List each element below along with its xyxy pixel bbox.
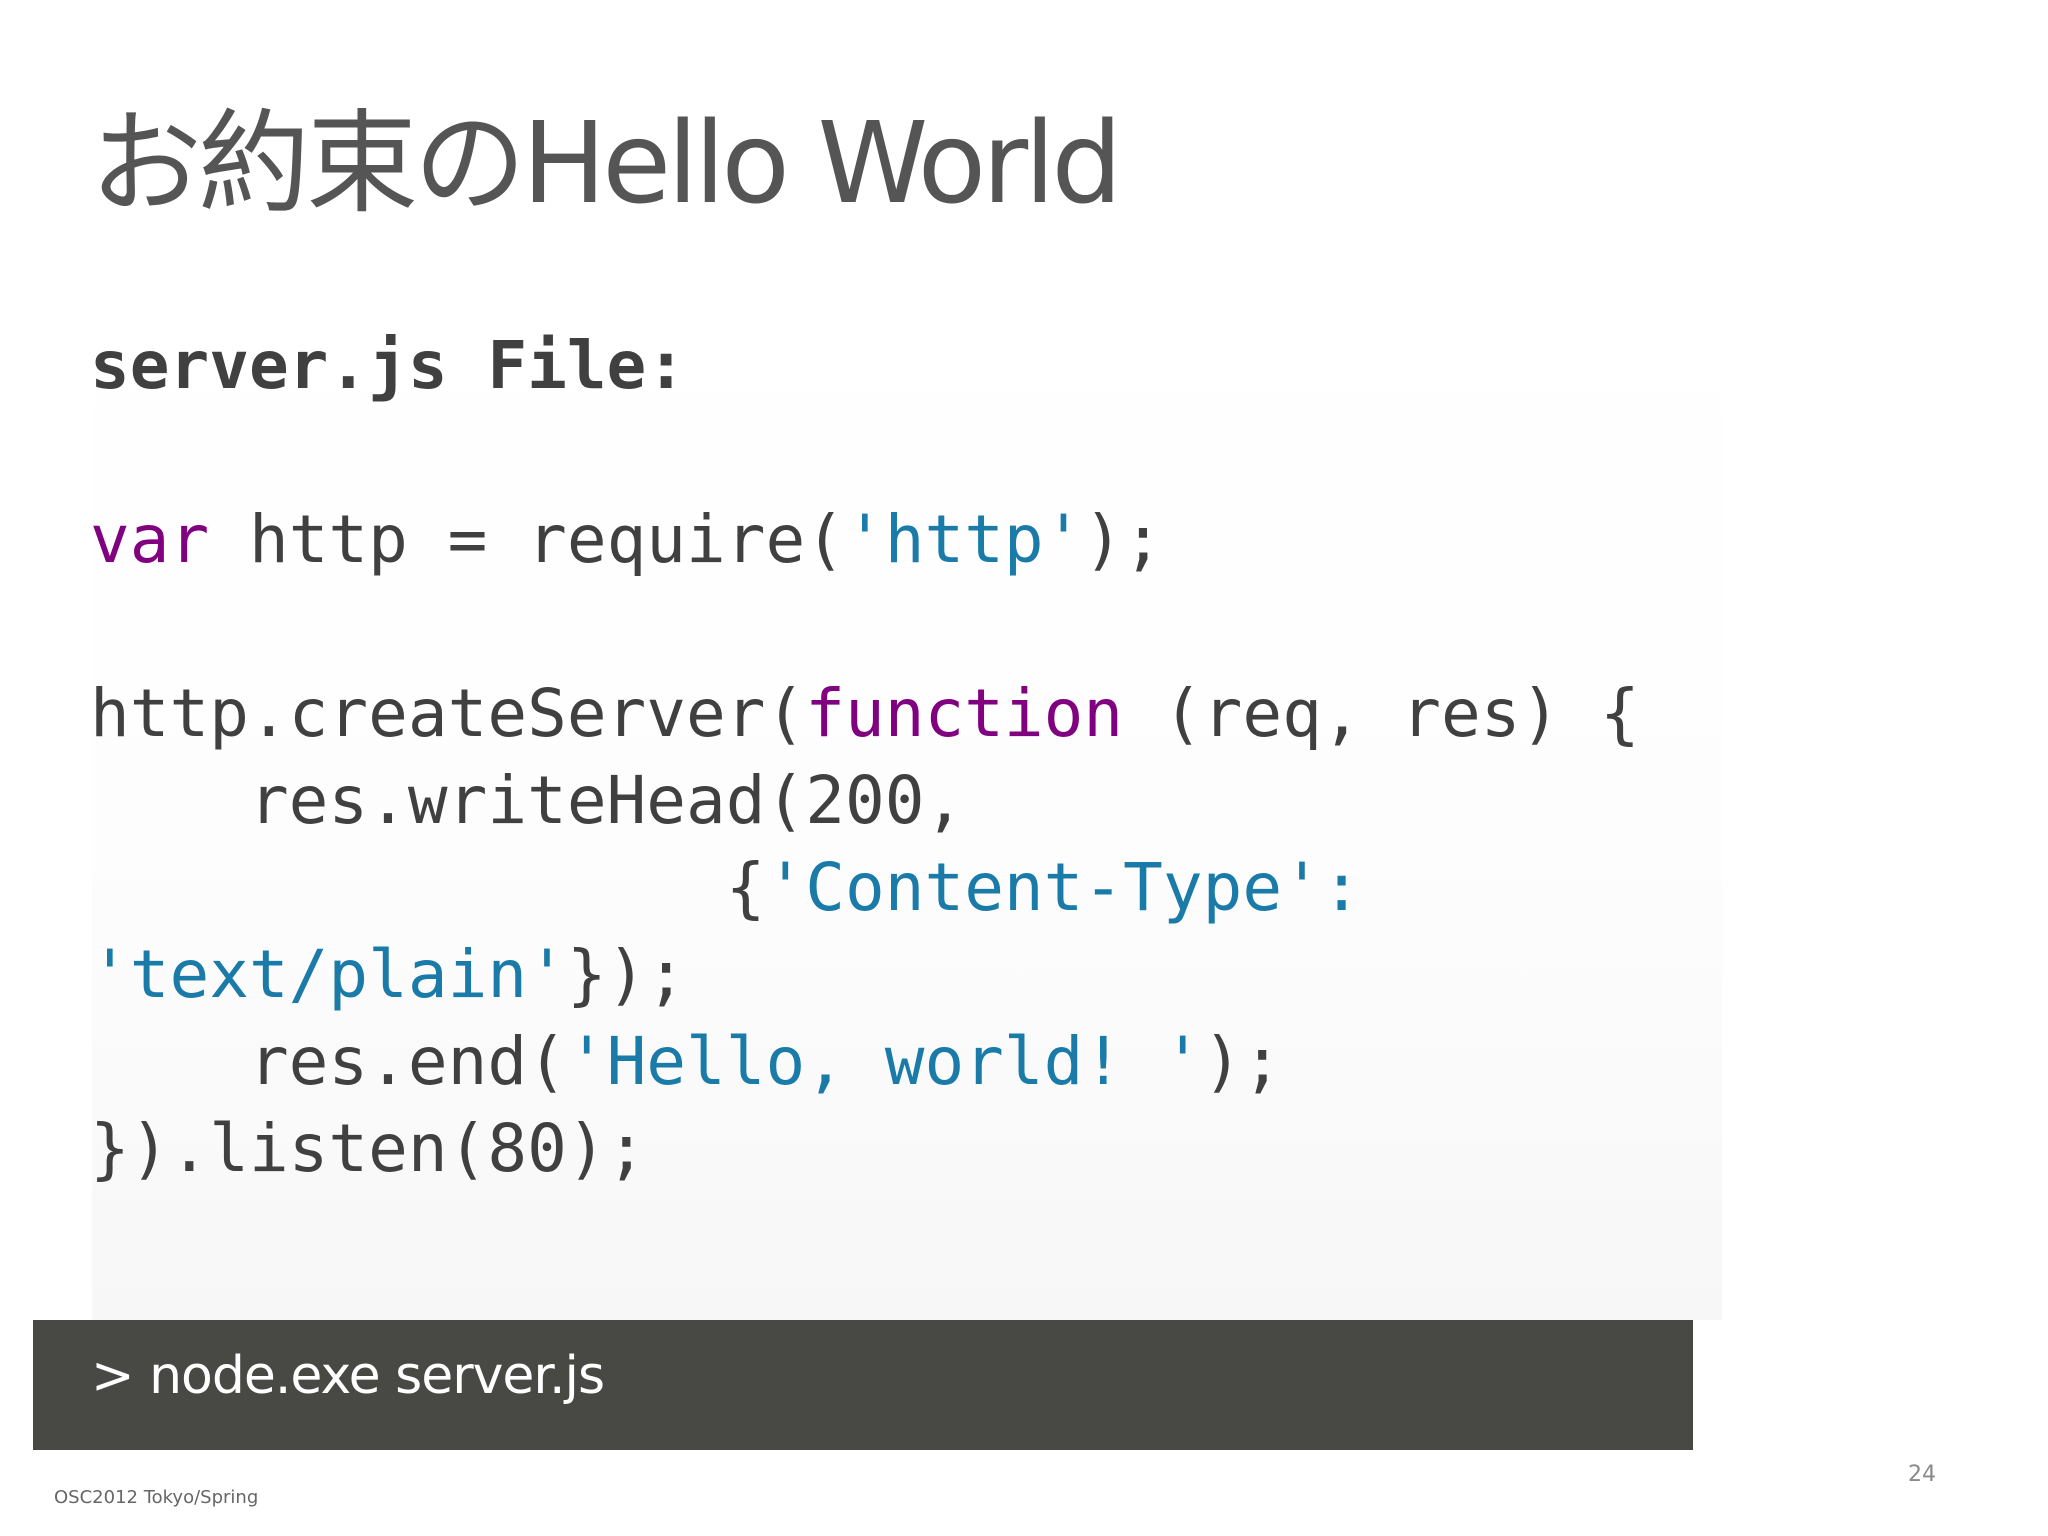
- code-heading: server.js File:: [90, 327, 687, 404]
- footer-event-label: OSC2012 Tokyo/Spring: [54, 1487, 259, 1508]
- code-text: });: [566, 936, 687, 1013]
- terminal-command: > node.exe server.js: [91, 1346, 605, 1406]
- code-keyword: function: [805, 675, 1124, 752]
- code-string: 'text/plain': [90, 936, 567, 1013]
- code-text: }).listen(80);: [90, 1110, 647, 1187]
- page-number: 24: [1908, 1462, 1936, 1487]
- code-string: 'Content-Type':: [765, 849, 1362, 926]
- code-string: 'http': [844, 501, 1084, 578]
- code-line: http.createServer(function (req, res) {: [90, 675, 1640, 752]
- code-line: var http = require('http');: [90, 501, 1163, 578]
- code-string: 'Hello, world! ': [566, 1023, 1203, 1100]
- code-text: );: [1202, 1023, 1283, 1100]
- code-line: }).listen(80);: [90, 1110, 646, 1187]
- code-text: res.writeHead(200,: [90, 762, 965, 839]
- code-text: );: [1083, 501, 1163, 578]
- slide-title: お約束のHello World: [90, 99, 1122, 229]
- code-line: 'text/plain'});: [90, 936, 686, 1013]
- code-text: http.createServer(: [90, 675, 806, 752]
- slide: お約束のHello World server.js File: var http…: [0, 0, 2048, 1536]
- code-line: res.end('Hello, world! ');: [90, 1023, 1282, 1100]
- code-text: http = require(: [209, 501, 845, 578]
- code-text: (req, res) {: [1123, 675, 1640, 752]
- terminal-bar: > node.exe server.js: [33, 1320, 1693, 1450]
- code-block: server.js File: var http = require('http…: [90, 322, 1640, 1192]
- code-text: {: [90, 849, 766, 926]
- code-line: res.writeHead(200,: [90, 762, 964, 839]
- code-line: {'Content-Type':: [90, 849, 1362, 926]
- code-keyword: var: [90, 501, 210, 578]
- code-text: res.end(: [90, 1023, 567, 1100]
- code-lines: var http = require('http'); http.createS…: [90, 501, 1640, 1187]
